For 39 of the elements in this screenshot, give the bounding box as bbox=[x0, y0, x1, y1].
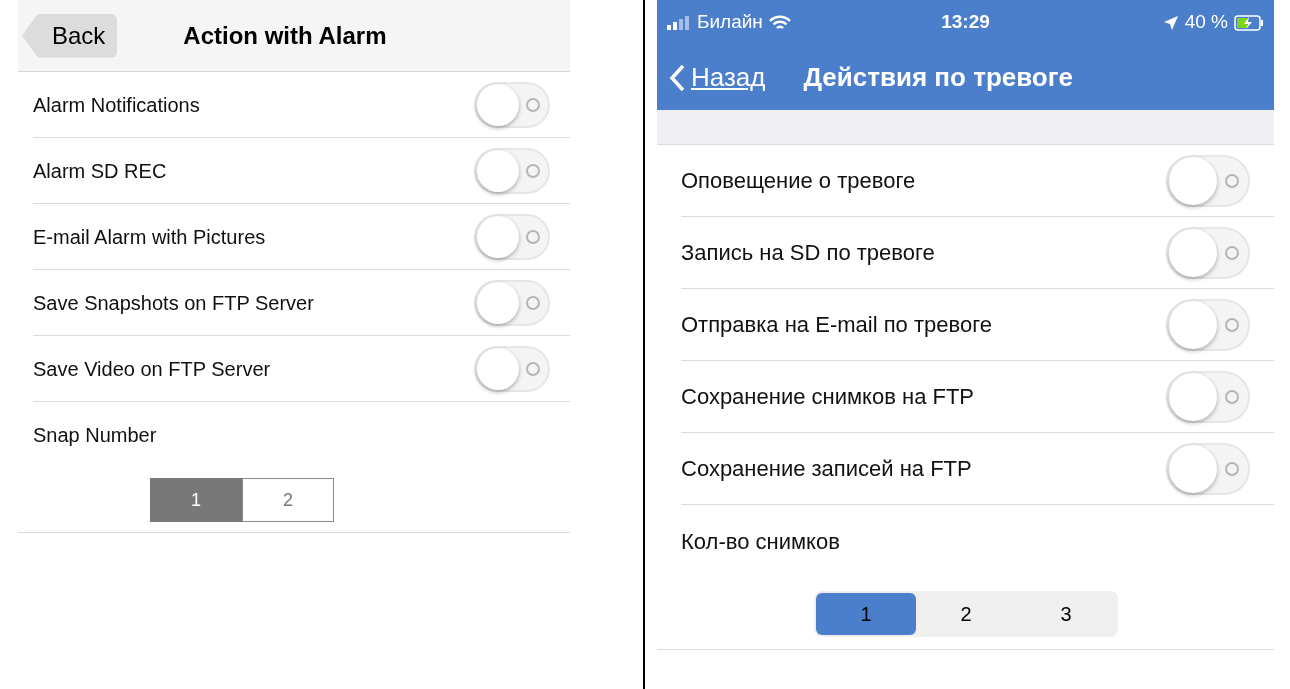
wifi-icon bbox=[768, 14, 791, 31]
setting-label: Сохранение записей на FTP bbox=[681, 455, 972, 483]
toggle-switch[interactable] bbox=[474, 147, 550, 194]
segment-tab[interactable]: 1 bbox=[816, 593, 916, 635]
carrier-name: Билайн bbox=[697, 10, 763, 35]
screen-title: Action with Alarm bbox=[183, 20, 387, 51]
back-button[interactable]: Back bbox=[22, 13, 118, 58]
toggle-switch[interactable] bbox=[1166, 226, 1250, 279]
battery-charging-icon bbox=[1234, 14, 1264, 31]
setting-label: E-mail Alarm with Pictures bbox=[33, 224, 266, 250]
setting-label: Сохранение снимков на FTP bbox=[681, 383, 975, 411]
toggle-switch[interactable] bbox=[474, 213, 550, 260]
toggle-switch[interactable] bbox=[1166, 370, 1250, 423]
screen-title: Действия по тревоге bbox=[803, 61, 1074, 94]
segment-tab[interactable]: 2 bbox=[916, 593, 1016, 635]
setting-label: Alarm SD REC bbox=[33, 158, 167, 184]
toggle-switch[interactable] bbox=[474, 81, 550, 128]
battery-percent: 40 % bbox=[1184, 10, 1228, 35]
setting-label: Snap Number bbox=[33, 423, 157, 448]
setting-label: Save Snapshots on FTP Server bbox=[33, 290, 314, 316]
setting-label: Alarm Notifications bbox=[33, 92, 200, 118]
toggle-switch[interactable] bbox=[1166, 442, 1250, 495]
toggle-switch[interactable] bbox=[1166, 298, 1250, 351]
segment-tab[interactable]: 1 bbox=[150, 478, 242, 522]
status-time: 13:29 bbox=[940, 10, 991, 35]
segment-tab[interactable]: 2 bbox=[242, 478, 334, 522]
location-arrow-icon bbox=[1162, 14, 1179, 31]
setting-label: Кол-во снимков bbox=[681, 527, 840, 556]
toggle-switch[interactable] bbox=[474, 279, 550, 326]
toggle-switch[interactable] bbox=[474, 345, 550, 392]
chevron-left-icon bbox=[669, 63, 685, 92]
back-link[interactable]: Назад bbox=[669, 58, 766, 97]
setting-label: Отправка на E-mail по тревоге bbox=[681, 311, 992, 339]
setting-label: Запись на SD по тревоге bbox=[681, 239, 935, 267]
signal-icon bbox=[667, 15, 691, 30]
setting-label: Оповещение о тревоге bbox=[681, 167, 916, 195]
setting-label: Save Video on FTP Server bbox=[33, 356, 271, 382]
toggle-switch[interactable] bbox=[1166, 154, 1250, 207]
segment-tab[interactable]: 3 bbox=[1016, 593, 1116, 635]
